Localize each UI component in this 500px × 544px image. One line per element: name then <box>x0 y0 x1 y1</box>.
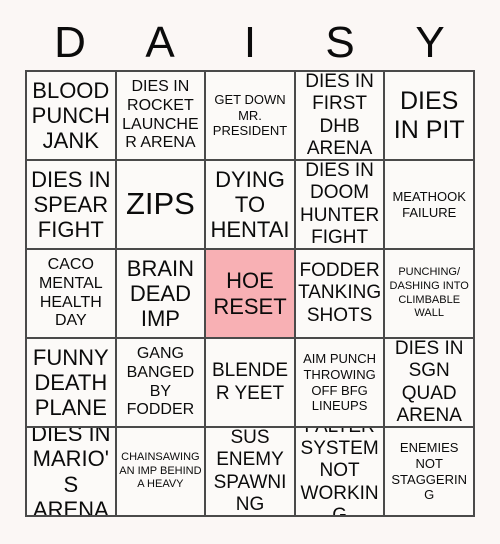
bingo-cell-r2c4[interactable]: DIES IN DOOM HUNTER FIGHT <box>295 161 386 250</box>
bingo-cell-label: DIES IN FIRST DHB ARENA <box>305 72 374 159</box>
bingo-cell-label: MEATHOOK FAILURE <box>392 188 466 220</box>
bingo-cell-label: HOE RESET <box>213 268 287 319</box>
bingo-cell-r4c3[interactable]: BLENDER YEET <box>206 339 296 428</box>
bingo-cell-r3c2[interactable]: BRAIN DEAD IMP <box>116 250 207 339</box>
bingo-header-letter-0: D <box>54 18 86 67</box>
bingo-header: DAISY <box>25 16 475 70</box>
bingo-cell-label: DIES IN SGN QUAD ARENA <box>394 339 464 426</box>
bingo-cell-label: GANG BANGED BY FODDER <box>126 344 195 419</box>
bingo-cell-label: FODDER TANKING SHOTS <box>298 260 382 326</box>
bingo-cell-r5c1[interactable]: DIES IN MARIO'S ARENA <box>27 428 117 517</box>
bingo-cell-r5c4[interactable]: FALTER SYSTEM NOT WORKING <box>295 428 386 517</box>
bingo-cell-label: DIES IN MARIO'S ARENA <box>31 428 111 517</box>
bingo-cell-r4c2[interactable]: GANG BANGED BY FODDER <box>116 339 207 428</box>
bingo-cell-label: BLOOD PUNCH JANK <box>31 77 110 154</box>
bingo-header-letter-3: S <box>325 18 355 67</box>
bingo-cell-label: ENEMIES NOT STAGGERING <box>391 439 467 503</box>
bingo-cell-label: FUNNY DEATH PLANE <box>32 344 109 421</box>
bingo-cell-label: ZIPS <box>125 186 195 222</box>
bingo-cell-r2c3[interactable]: DYING TO HENTAI <box>206 161 296 250</box>
bingo-grid: BLOOD PUNCH JANK DIES IN ROCKET LAUNCHER … <box>25 70 475 517</box>
bingo-cell-label: AIM PUNCH THROWING OFF BFG LINEUPS <box>303 350 377 414</box>
bingo-cell-label: BLENDER YEET <box>211 360 288 404</box>
bingo-cell-r4c4[interactable]: AIM PUNCH THROWING OFF BFG LINEUPS <box>295 339 386 428</box>
bingo-cell-label: CACO MENTAL HEALTH DAY <box>38 255 103 330</box>
bingo-cell-label: DIES IN SPEAR FIGHT <box>31 166 111 243</box>
bingo-cell-label: DIES IN DOOM HUNTER FIGHT <box>300 161 380 248</box>
bingo-cell-r3c1[interactable]: CACO MENTAL HEALTH DAY <box>27 250 117 339</box>
bingo-cell-r5c3[interactable]: SUS ENEMY SPAWNING <box>206 428 296 517</box>
bingo-cell-label: DIES IN PIT <box>393 87 465 144</box>
bingo-cell-r2c1[interactable]: DIES IN SPEAR FIGHT <box>27 161 117 250</box>
bingo-cell-label: SUS ENEMY SPAWNING <box>213 428 287 515</box>
bingo-card: D A I S Y BLOOD PUNCH JANK DIES IN ROCKET LAU… <box>0 0 500 544</box>
bingo-cell-r1c5[interactable]: DIES IN PIT <box>385 72 475 161</box>
bingo-cell-r4c1[interactable]: FUNNY DEATH PLANE <box>27 339 117 428</box>
bingo-header-letter-2: I <box>243 18 257 67</box>
bingo-cell-label: BRAIN DEAD IMP <box>126 255 195 332</box>
bingo-cell-r1c4[interactable]: DIES IN FIRST DHB ARENA <box>295 72 386 161</box>
bingo-cell-r3c3[interactable]: HOE RESET <box>206 250 296 339</box>
bingo-cell-label: DIES IN ROCKET LAUNCHER ARENA <box>122 77 199 152</box>
bingo-cell-r3c5[interactable]: PUNCHING/ DASHING INTO CLIMBABLE WALL <box>385 250 475 339</box>
bingo-cell-r1c1[interactable]: BLOOD PUNCH JANK <box>27 72 117 161</box>
bingo-cell-label: GET DOWN MR. PRESIDENT <box>212 91 288 139</box>
bingo-cell-r1c2[interactable]: DIES IN ROCKET LAUNCHER ARENA <box>116 72 207 161</box>
bingo-header-letter-4: Y <box>415 18 445 67</box>
bingo-cell-r2c2[interactable]: ZIPS <box>116 161 207 250</box>
bingo-cell-label: PUNCHING/ DASHING INTO CLIMBABLE WALL <box>389 265 469 320</box>
bingo-cell-label: DYING TO HENTAI <box>210 166 290 243</box>
bingo-cell-r5c2[interactable]: CHAINSAWING AN IMP BEHIND A HEAVY <box>116 428 207 517</box>
bingo-cell-r3c4[interactable]: FODDER TANKING SHOTS <box>295 250 386 339</box>
bingo-cell-label: FALTER SYSTEM NOT WORKING <box>300 428 379 517</box>
bingo-cell-r1c3[interactable]: GET DOWN MR. PRESIDENT <box>206 72 296 161</box>
bingo-cell-r5c5[interactable]: ENEMIES NOT STAGGERING <box>385 428 475 517</box>
bingo-header-letter-1: A <box>145 18 175 67</box>
bingo-cell-r4c5[interactable]: DIES IN SGN QUAD ARENA <box>385 339 475 428</box>
bingo-cell-r2c5[interactable]: MEATHOOK FAILURE <box>385 161 475 250</box>
bingo-cell-label: CHAINSAWING AN IMP BEHIND A HEAVY <box>119 450 202 491</box>
